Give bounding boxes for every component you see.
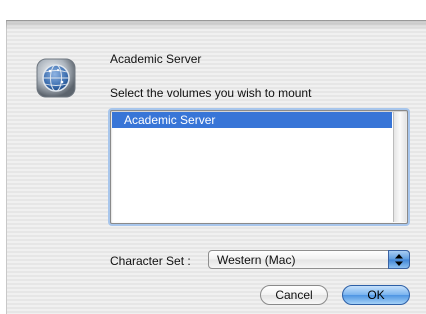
network-server-globe-icon [36, 58, 76, 98]
character-set-value: Western (Mac) [217, 253, 296, 267]
title-bar [0, 0, 426, 20]
volume-list-scrollbar[interactable] [393, 112, 406, 222]
ok-button[interactable]: OK [342, 285, 410, 305]
character-set-label: Character Set : [110, 254, 191, 268]
volume-prompt: Select the volumes you wish to mount [110, 86, 312, 100]
server-name: Academic Server [110, 52, 202, 66]
volume-list[interactable]: Academic Server [110, 110, 408, 224]
select-arrows-icon[interactable] [388, 250, 410, 269]
volume-list-item[interactable]: Academic Server [112, 112, 392, 128]
character-set-select[interactable]: Western (Mac) [208, 250, 410, 269]
cancel-button[interactable]: Cancel [260, 285, 328, 305]
